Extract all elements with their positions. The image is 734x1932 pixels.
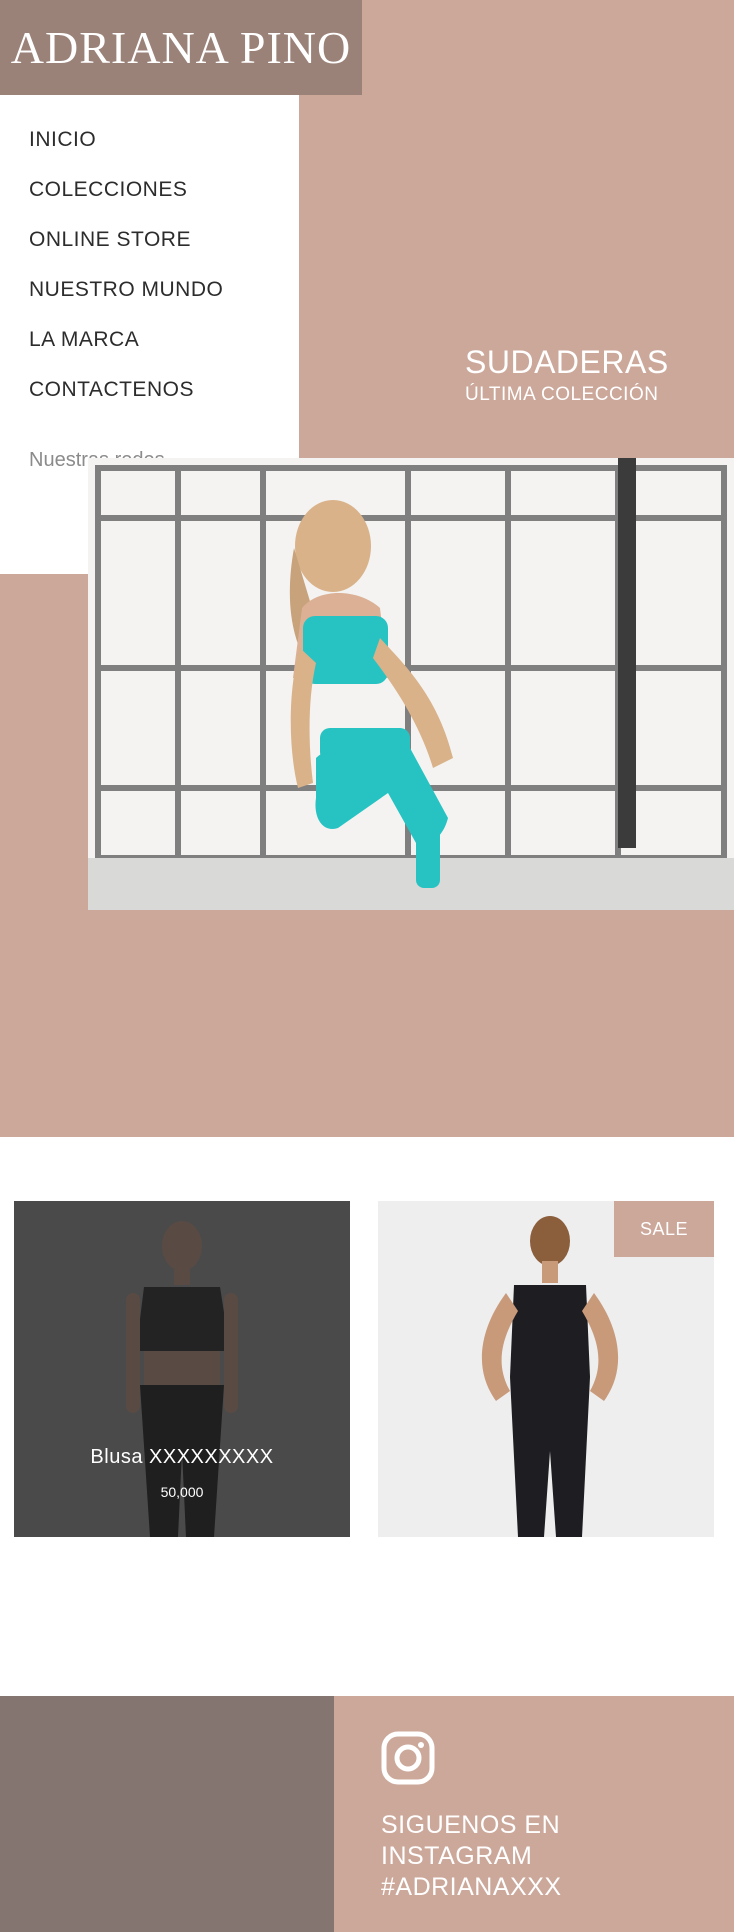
instagram-icon[interactable] — [381, 1731, 435, 1785]
hero-heading: SUDADERAS — [465, 344, 669, 380]
nav-item-colecciones[interactable]: COLECCIONES — [29, 165, 223, 215]
sale-badge: SALE — [614, 1201, 714, 1257]
instagram-line-1: SIGUENOS EN — [381, 1811, 561, 1839]
footer-left-panel — [0, 1696, 334, 1932]
nav-item-contactenos[interactable]: CONTACTENOS — [29, 365, 223, 415]
nav-item-la-marca[interactable]: LA MARCA — [29, 315, 223, 365]
product-name: Blusa XXXXXXXXX — [90, 1446, 274, 1468]
nav-list: INICIO COLECCIONES ONLINE STORE NUESTRO … — [29, 115, 223, 415]
nav-item-inicio[interactable]: INICIO — [29, 115, 223, 165]
hero-image — [88, 458, 734, 910]
instagram-cta[interactable]: SIGUENOS EN INSTAGRAM #ADRIANAXXX — [381, 1810, 562, 1903]
brand-name: ADRIANA PINO — [10, 22, 352, 73]
product-price: 50,000 — [160, 1484, 204, 1500]
hero-subheading: ÚLTIMA COLECCIÓN — [465, 384, 659, 405]
nav-item-nuestro-mundo[interactable]: NUESTRO MUNDO — [29, 265, 223, 315]
instagram-line-2: INSTAGRAM — [381, 1842, 533, 1870]
nav-item-online-store[interactable]: ONLINE STORE — [29, 215, 223, 265]
product-card-1[interactable]: Blusa XXXXXXXXX 50,000 — [14, 1201, 350, 1537]
product-card-2[interactable]: SALE — [378, 1201, 714, 1537]
brand-logo[interactable]: ADRIANA PINO — [0, 0, 362, 95]
instagram-hashtag: #ADRIANAXXX — [381, 1873, 562, 1901]
